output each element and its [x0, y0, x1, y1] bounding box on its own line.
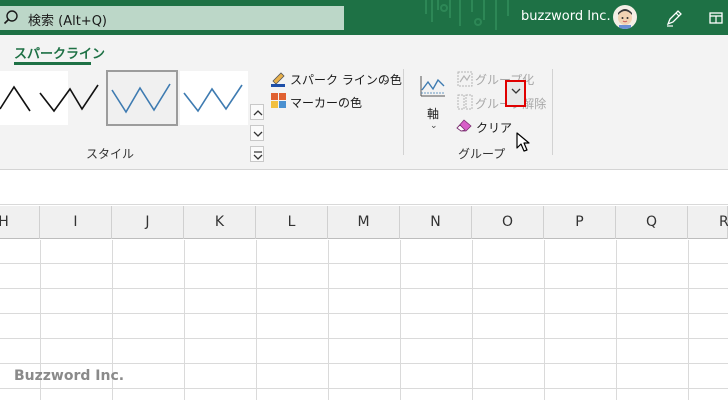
column-header-i[interactable]: I [40, 206, 112, 239]
user-name[interactable]: buzzword Inc. [521, 9, 611, 24]
chevron-down-icon: ⌄ [430, 121, 438, 131]
clear-button[interactable]: クリア [476, 119, 512, 136]
grid-line [184, 240, 185, 400]
column-header-k[interactable]: K [184, 206, 256, 239]
gallery-scroll-down[interactable] [250, 125, 264, 141]
column-header-o[interactable]: O [472, 206, 544, 239]
tab-sparkline[interactable]: スパークライン [14, 43, 105, 62]
eraser-icon [456, 119, 472, 132]
chevron-down-icon: ⌄ [382, 75, 390, 85]
formula-bar-area[interactable] [0, 170, 728, 205]
watermark: Buzzword Inc. [14, 368, 125, 384]
chevron-down-icon [511, 88, 521, 94]
sparkline-style-3-selected[interactable] [106, 70, 178, 126]
grid-line [688, 240, 689, 400]
grid-line [544, 240, 545, 400]
column-headers: H I J K L M N O P Q R [0, 206, 728, 239]
search-placeholder: 検索 (Alt+Q) [28, 14, 108, 29]
grid-line [0, 288, 728, 289]
grid-line [256, 240, 257, 400]
column-header-l[interactable]: L [256, 206, 328, 239]
gallery-more[interactable] [250, 146, 264, 162]
grid-line [0, 388, 728, 389]
search-icon [3, 10, 18, 25]
group-group-label: グループ [458, 147, 506, 161]
gallery-scroll-up[interactable] [250, 104, 264, 120]
axis-icon [420, 76, 445, 97]
axis-button[interactable]: 軸 [427, 105, 439, 122]
user-avatar[interactable] [613, 5, 637, 29]
search-box[interactable]: 検索 (Alt+Q) [0, 6, 344, 30]
grid-line [616, 240, 617, 400]
title-bar: 検索 (Alt+Q) buzzword Inc. [0, 0, 728, 35]
grid-line [0, 263, 728, 264]
sparkline-style-4[interactable] [180, 71, 248, 125]
style-group-label: スタイル [86, 147, 135, 161]
column-header-j[interactable]: J [112, 206, 184, 239]
column-header-p[interactable]: P [544, 206, 616, 239]
column-header-n[interactable]: N [400, 206, 472, 239]
sparkline-style-2[interactable] [36, 71, 104, 125]
grid-line [472, 240, 473, 400]
restore-window-icon[interactable] [708, 10, 724, 26]
grid-line [328, 240, 329, 400]
clear-dropdown-button[interactable] [505, 80, 526, 107]
column-header-q[interactable]: Q [616, 206, 688, 239]
ribbon: スパークライン スパーク ラインの色 ⌄ マーカーの色 ⌄ スタイル 軸 ⌄ ク… [0, 35, 728, 170]
mouse-cursor-icon [516, 132, 530, 152]
column-header-m[interactable]: M [328, 206, 400, 239]
chevron-down-icon: ⌄ [353, 98, 361, 108]
marker-color-icon [271, 93, 286, 108]
column-header-r[interactable]: R [688, 206, 728, 239]
grid-line [0, 338, 728, 339]
group-icon [457, 71, 473, 87]
active-tab-indicator [14, 62, 91, 65]
pen-icon[interactable] [664, 8, 684, 28]
sparkline-color-icon [271, 72, 285, 87]
grid-line [400, 240, 401, 400]
grid-line [0, 363, 728, 364]
ungroup-icon [457, 94, 473, 110]
ribbon-panel: スパーク ラインの色 ⌄ マーカーの色 ⌄ スタイル 軸 ⌄ グループ化 [0, 67, 728, 170]
group-separator [403, 69, 404, 155]
group-separator [552, 69, 553, 155]
marker-color-button[interactable]: マーカーの色 [290, 94, 362, 111]
column-header-h[interactable]: H [0, 206, 40, 239]
grid-line [0, 313, 728, 314]
